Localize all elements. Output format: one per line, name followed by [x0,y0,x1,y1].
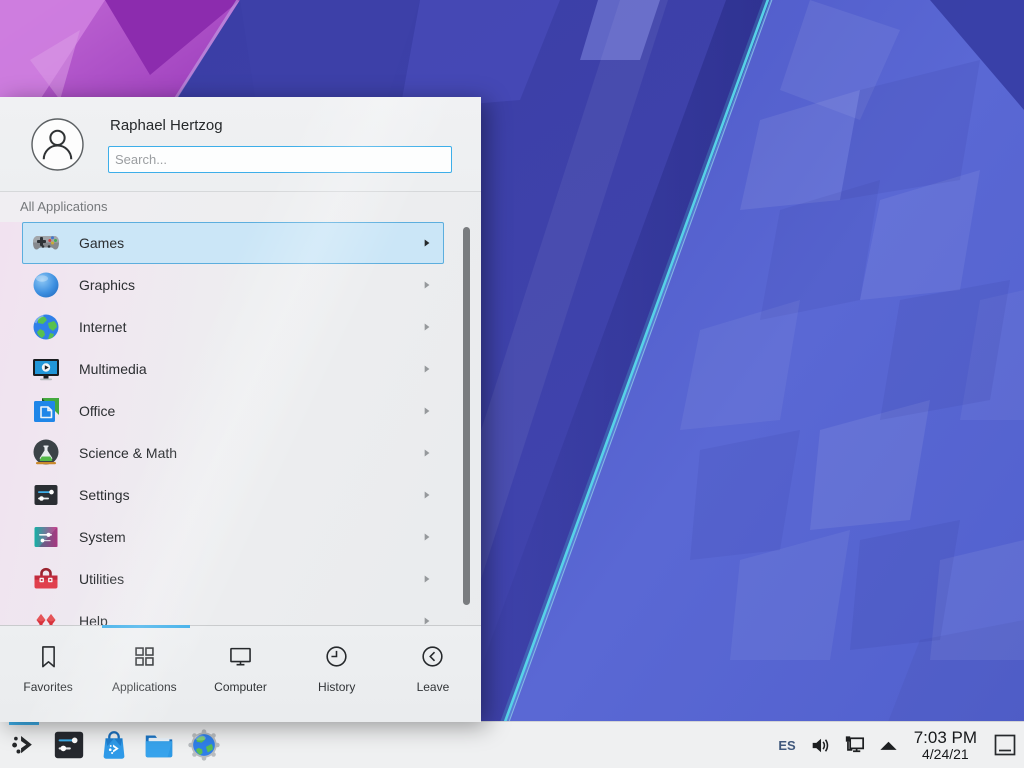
app-launcher-icon [9,730,40,761]
tab-computer[interactable]: Computer [192,626,288,722]
system-settings-icon [52,728,86,762]
applications-grid-icon [131,643,158,670]
tab-label: Applications [112,680,177,694]
submenu-arrow-icon [421,238,432,249]
submenu-arrow-icon [421,532,432,543]
discover-button[interactable] [95,722,133,768]
tab-bar: Favorites Applications Computer History Leav… [0,625,481,722]
volume-button[interactable] [808,733,833,758]
expand-tray-button[interactable] [876,733,901,758]
history-clock-icon [323,643,350,670]
favorites-bookmark-icon [35,643,62,670]
file-manager-icon [142,728,176,762]
desktop: Raphael Hertzog All Applications Games Gr… [0,0,1024,768]
category-item-multimedia[interactable]: Multimedia [22,348,444,390]
leave-icon [419,643,446,670]
tab-label: Favorites [23,680,72,694]
clock-date: 4/24/21 [922,747,969,763]
submenu-arrow-icon [421,406,432,417]
submenu-arrow-icon [421,490,432,501]
tab-applications[interactable]: Applications [96,626,192,722]
submenu-arrow-icon [421,448,432,459]
launcher-active-indicator [9,722,39,725]
tab-label: Leave [417,680,450,694]
tab-leave[interactable]: Leave [385,626,481,722]
computer-monitor-icon [227,643,254,670]
web-globe-icon [187,728,221,762]
system-settings-button[interactable] [50,722,88,768]
category-label: Multimedia [79,361,147,377]
category-item-settings[interactable]: Settings [22,474,444,516]
web-browser-button[interactable] [185,722,223,768]
submenu-arrow-icon [421,616,432,626]
category-item-science-math[interactable]: Science & Math [22,432,444,474]
help-icon [30,605,62,625]
file-manager-button[interactable] [140,722,178,768]
user-name: Raphael Hertzog [110,117,223,134]
discover-icon [97,728,131,762]
category-label: Settings [79,487,130,503]
search-input[interactable] [108,146,452,173]
category-label: Games [79,235,124,251]
active-tab-indicator [102,625,190,628]
system-icon [30,521,62,553]
office-icon [30,395,62,427]
keyboard-layout-indicator[interactable]: ES [775,738,798,753]
category-item-internet[interactable]: Internet [22,306,444,348]
submenu-arrow-icon [421,322,432,333]
internet-icon [30,311,62,343]
scrollbar-handle[interactable] [463,227,470,605]
submenu-arrow-icon [421,364,432,375]
category-item-graphics[interactable]: Graphics [22,264,444,306]
category-label: Science & Math [79,445,177,461]
taskbar: ES 7:03 PM 4/24/21 [0,722,1024,768]
games-icon [30,227,62,259]
category-item-system[interactable]: System [22,516,444,558]
category-label: System [79,529,126,545]
settings-icon [30,479,62,511]
category-label: Graphics [79,277,135,293]
tab-history[interactable]: History [289,626,385,722]
category-item-utilities[interactable]: Utilities [22,558,444,600]
system-tray: ES 7:03 PM 4/24/21 [775,722,1024,768]
multimedia-icon [30,353,62,385]
clock-time: 7:03 PM [914,728,977,747]
tab-label: History [318,680,355,694]
utilities-icon [30,563,62,595]
launcher-button[interactable] [5,722,43,768]
application-launcher-menu: Raphael Hertzog All Applications Games Gr… [0,97,481,722]
science-icon [30,437,62,469]
taskbar-pinned-apps [0,722,223,768]
launcher-header: Raphael Hertzog [0,97,481,192]
network-button[interactable] [842,733,867,758]
category-item-games[interactable]: Games [22,222,444,264]
show-desktop-button[interactable] [990,722,1020,768]
submenu-arrow-icon [421,280,432,291]
submenu-arrow-icon [421,574,432,585]
tab-label: Computer [214,680,267,694]
graphics-icon [30,269,62,301]
user-avatar-icon[interactable] [31,118,84,171]
category-item-help[interactable]: Help [22,600,444,625]
category-label: Help [79,613,108,625]
category-list: Games Graphics Internet Multimedia Office Sci… [0,222,481,625]
tab-favorites[interactable]: Favorites [0,626,96,722]
category-label: Internet [79,319,126,335]
category-item-office[interactable]: Office [22,390,444,432]
clock-widget[interactable]: 7:03 PM 4/24/21 [910,728,981,763]
category-label: Office [79,403,115,419]
category-label: Utilities [79,571,124,587]
section-label: All Applications [20,199,107,214]
